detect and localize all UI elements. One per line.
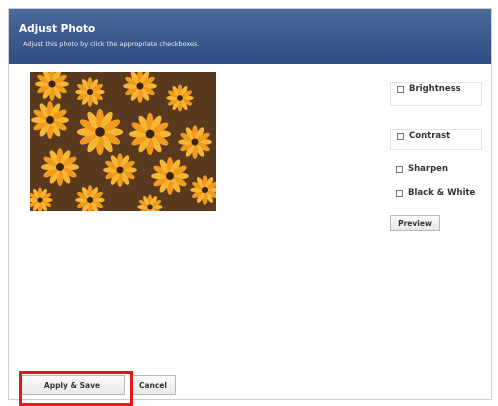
dialog-header: Adjust Photo Adjust this photo by click … (9, 9, 491, 64)
dialog-title: Adjust Photo (19, 23, 96, 35)
dialog-subtitle: Adjust this photo by click the appropria… (23, 40, 200, 48)
brightness-option[interactable]: Brightness (390, 82, 482, 106)
brightness-checkbox[interactable] (397, 86, 404, 93)
cancel-button[interactable]: Cancel (130, 375, 176, 395)
sharpen-checkbox[interactable] (396, 166, 403, 173)
sharpen-label: Sharpen (408, 164, 449, 174)
black-white-option[interactable]: Black & White (390, 187, 490, 201)
flower-photo-icon (30, 72, 216, 211)
apply-save-highlight (19, 371, 133, 406)
adjust-photo-dialog: Adjust Photo Adjust this photo by click … (8, 8, 492, 406)
black-white-checkbox[interactable] (396, 190, 403, 197)
black-white-label: Black & White (408, 188, 476, 198)
photo-preview (30, 72, 216, 211)
contrast-option[interactable]: Contrast (390, 129, 482, 150)
brightness-label: Brightness (409, 84, 461, 94)
preview-button[interactable]: Preview (390, 215, 440, 231)
contrast-label: Contrast (409, 131, 451, 141)
sharpen-option[interactable]: Sharpen (390, 163, 482, 177)
contrast-checkbox[interactable] (397, 133, 404, 140)
